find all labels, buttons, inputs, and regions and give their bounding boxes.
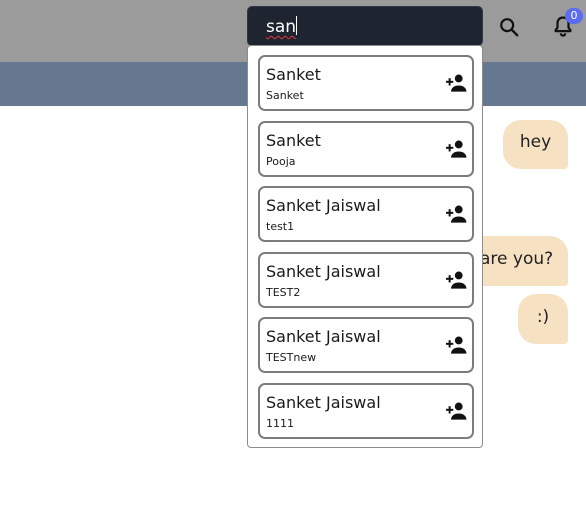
result-name: Sanket — [266, 131, 321, 150]
add-user-icon[interactable] — [445, 270, 467, 290]
text-caret — [296, 16, 298, 35]
result-name: Sanket Jaiswal — [266, 196, 381, 215]
result-name: Sanket — [266, 65, 321, 84]
result-username: TEST2 — [266, 286, 301, 299]
message-bubble: :) — [518, 294, 568, 344]
search-results-dropdown: Sanket Sanket Sanket Pooja Sanket Jaiswa… — [247, 45, 483, 448]
result-username: TESTnew — [266, 351, 317, 364]
result-name: Sanket Jaiswal — [266, 262, 381, 281]
add-user-icon[interactable] — [445, 335, 467, 355]
user-search-field[interactable]: san — [247, 6, 483, 46]
message-bubble: hey — [503, 120, 568, 169]
message-text: hey — [519, 132, 552, 152]
result-name: Sanket Jaiswal — [266, 327, 381, 346]
result-username: Pooja — [266, 155, 296, 168]
result-username: Sanket — [266, 89, 304, 102]
search-result-item[interactable]: Sanket Jaiswal test1 — [258, 186, 474, 242]
add-user-icon[interactable] — [445, 204, 467, 224]
notification-count-badge: 0 — [565, 8, 583, 24]
result-username: test1 — [266, 220, 295, 233]
result-username: 1111 — [266, 417, 294, 430]
search-result-item[interactable]: Sanket Jaiswal TEST2 — [258, 252, 474, 308]
message-text: :) — [536, 307, 550, 327]
search-result-item[interactable]: Sanket Pooja — [258, 121, 474, 177]
result-name: Sanket Jaiswal — [266, 393, 381, 412]
message-text: are you? — [480, 249, 554, 269]
search-input-value: san — [266, 17, 297, 37]
search-result-item[interactable]: Sanket Jaiswal 1111 — [258, 383, 474, 439]
search-result-item[interactable]: Sanket Sanket — [258, 55, 474, 111]
search-result-item[interactable]: Sanket Jaiswal TESTnew — [258, 317, 474, 373]
add-user-icon[interactable] — [445, 139, 467, 159]
add-user-icon[interactable] — [445, 401, 467, 421]
chat-page: hey are you? :) san 0 Sanket Sanket Sank… — [0, 0, 586, 506]
search-icon[interactable] — [498, 16, 520, 38]
add-user-icon[interactable] — [445, 73, 467, 93]
search-input[interactable]: san — [266, 16, 298, 38]
